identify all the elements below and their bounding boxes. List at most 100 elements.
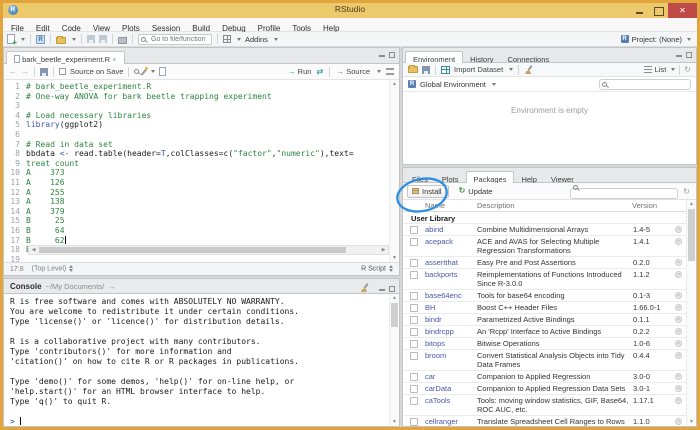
chevron-down-icon[interactable]	[72, 37, 76, 41]
scrollbar-thumb[interactable]	[391, 303, 398, 327]
package-checkbox[interactable]	[410, 292, 418, 300]
environment-search-input[interactable]	[599, 78, 691, 90]
remove-package-icon[interactable]: ×	[675, 259, 682, 266]
code-tools-icon[interactable]	[141, 67, 148, 76]
new-project-icon[interactable]: R	[36, 34, 45, 44]
remove-package-icon[interactable]: ×	[675, 316, 682, 323]
chevron-down-icon[interactable]	[671, 68, 676, 71]
list-view-icon[interactable]	[643, 66, 652, 73]
console-scrollbar[interactable]: ▲ ▼	[389, 294, 399, 426]
remove-package-icon[interactable]: ×	[675, 304, 682, 311]
print-icon[interactable]	[118, 36, 127, 44]
package-name-link[interactable]: assertthat	[425, 258, 477, 267]
package-name-link[interactable]: cellranger	[425, 417, 477, 426]
pane-layout-icon[interactable]	[223, 35, 231, 43]
column-name[interactable]: Name	[425, 201, 477, 210]
save-workspace-icon[interactable]	[422, 65, 430, 74]
package-checkbox[interactable]	[410, 352, 418, 360]
package-checkbox[interactable]	[410, 340, 418, 348]
update-button[interactable]: ↻ Update	[454, 185, 500, 198]
console-output[interactable]: R is free software and comes with ABSOLU…	[4, 294, 389, 426]
package-checkbox[interactable]	[410, 271, 418, 279]
remove-package-icon[interactable]: ×	[675, 352, 682, 359]
scroll-left-icon[interactable]: ◀	[29, 246, 38, 254]
import-dataset-icon[interactable]	[441, 65, 450, 74]
package-name-link[interactable]: BH	[425, 303, 477, 312]
package-checkbox[interactable]	[410, 304, 418, 312]
remove-package-icon[interactable]: ×	[675, 340, 682, 347]
run-button[interactable]: → Run	[288, 67, 312, 76]
remove-package-icon[interactable]: ×	[675, 385, 682, 392]
list-view-button[interactable]: List	[655, 65, 667, 74]
source-on-save-checkbox[interactable]	[59, 68, 66, 75]
remove-package-icon[interactable]: ×	[675, 418, 682, 425]
package-name-link[interactable]: acepack	[425, 237, 477, 246]
close-tab-icon[interactable]: ×	[112, 55, 116, 64]
install-button[interactable]: Install	[407, 184, 449, 198]
load-workspace-icon[interactable]	[408, 65, 418, 73]
package-name-link[interactable]: car	[425, 372, 477, 381]
package-checkbox[interactable]	[410, 385, 418, 393]
package-name-link[interactable]: bindrcpp	[425, 327, 477, 336]
package-checkbox[interactable]	[410, 418, 418, 426]
open-file-icon[interactable]	[56, 35, 66, 44]
find-replace-icon[interactable]	[134, 69, 140, 74]
scrollbar-thumb[interactable]	[688, 209, 695, 261]
editor-vertical-scrollbar[interactable]: ▲ ▼	[389, 80, 399, 262]
chevron-down-icon[interactable]	[21, 37, 25, 41]
chevron-down-icon[interactable]	[151, 70, 156, 73]
minimize-pane-icon[interactable]	[379, 55, 385, 57]
scroll-down-icon[interactable]: ▼	[390, 419, 399, 425]
goto-directory-icon[interactable]: →	[108, 282, 116, 291]
remove-package-icon[interactable]: ×	[675, 328, 682, 335]
package-checkbox[interactable]	[410, 316, 418, 324]
package-name-link[interactable]: broom	[425, 351, 477, 360]
remove-package-icon[interactable]: ×	[675, 226, 682, 233]
package-name-link[interactable]: caTools	[425, 396, 477, 405]
clear-console-icon[interactable]	[360, 283, 369, 292]
package-name-link[interactable]: bindr	[425, 315, 477, 324]
maximize-pane-icon[interactable]	[389, 286, 395, 292]
close-window-button[interactable]: ✕	[668, 3, 697, 18]
remove-package-icon[interactable]: ×	[675, 292, 682, 299]
refresh-icon[interactable]: ↻	[684, 65, 691, 74]
clear-environment-icon[interactable]	[524, 65, 533, 74]
package-checkbox[interactable]	[410, 397, 418, 405]
scrollbar-thumb[interactable]	[39, 247, 346, 253]
remove-package-icon[interactable]: ×	[675, 238, 682, 245]
package-checkbox[interactable]	[410, 238, 418, 246]
package-name-link[interactable]: abind	[425, 225, 477, 234]
rerun-icon[interactable]: ⇄	[316, 67, 323, 76]
column-description[interactable]: Description	[477, 201, 632, 210]
package-checkbox[interactable]	[410, 259, 418, 267]
scroll-up-icon[interactable]: ▲	[390, 81, 399, 87]
chevron-down-icon[interactable]	[273, 37, 278, 41]
code-editor[interactable]: 1 # bark_beetle_experiment.R 2 # One-way AN…	[4, 80, 389, 262]
package-name-link[interactable]: bitops	[425, 339, 477, 348]
scope-selector[interactable]: (Top Level)	[32, 265, 74, 273]
source-button[interactable]: → Source	[336, 67, 370, 76]
back-icon[interactable]: ←	[9, 67, 17, 76]
chevron-down-icon[interactable]	[377, 70, 381, 73]
project-menu[interactable]: R Project: (None)	[620, 35, 691, 44]
scroll-down-icon[interactable]: ▼	[390, 255, 399, 261]
package-checkbox[interactable]	[410, 373, 418, 381]
new-file-icon[interactable]	[7, 34, 17, 47]
chevron-down-icon[interactable]	[509, 68, 514, 71]
package-checkbox[interactable]	[410, 226, 418, 234]
chevron-down-icon[interactable]	[491, 82, 496, 86]
scroll-down-icon[interactable]: ▼	[687, 419, 696, 425]
package-name-link[interactable]: backports	[425, 270, 477, 279]
remove-package-icon[interactable]: ×	[675, 397, 682, 404]
refresh-icon[interactable]: ↻	[683, 187, 690, 196]
save-icon[interactable]	[87, 35, 95, 43]
scroll-up-icon[interactable]: ▲	[390, 295, 399, 301]
scroll-up-icon[interactable]: ▲	[687, 201, 696, 207]
goto-file-input[interactable]	[138, 33, 212, 45]
package-name-link[interactable]: carData	[425, 384, 477, 393]
remove-package-icon[interactable]: ×	[675, 271, 682, 278]
maximize-window-button[interactable]	[650, 3, 668, 18]
environment-scope-selector[interactable]: Global Environment	[420, 80, 486, 89]
package-checkbox[interactable]	[410, 328, 418, 336]
editor-horizontal-scrollbar[interactable]: ◀ ▶	[28, 245, 389, 255]
